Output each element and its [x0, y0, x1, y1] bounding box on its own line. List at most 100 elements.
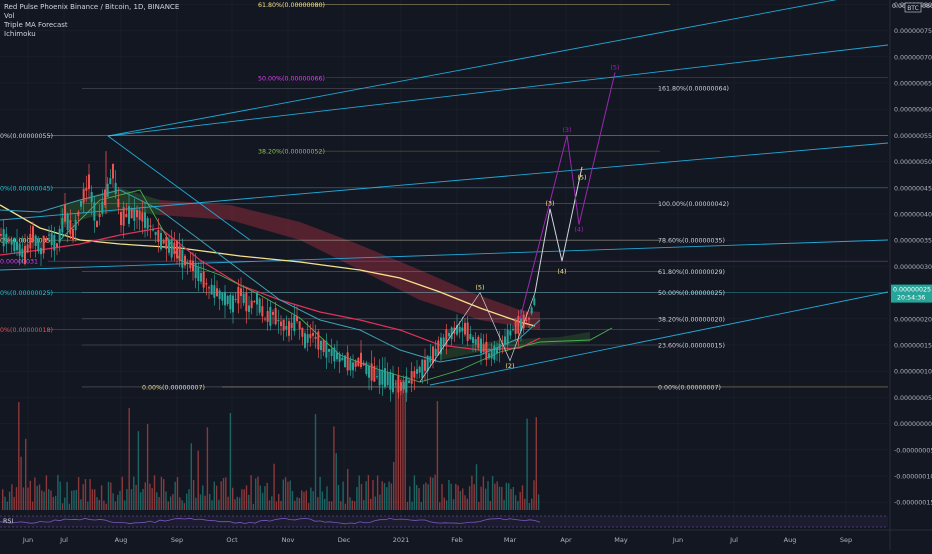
candle-body	[61, 218, 64, 233]
volume-bar	[133, 476, 135, 510]
y-tick-label: 0.00000050	[894, 159, 932, 166]
volume-bar	[475, 464, 478, 510]
price-chart[interactable]: 61.80%(0.00000080) 50.00%(0.00000066) 0%(0…	[0, 0, 932, 550]
candle-body	[376, 376, 378, 378]
candle-body	[56, 243, 58, 248]
volume-bar	[197, 450, 199, 510]
volume-bar	[443, 497, 445, 510]
candle-body	[66, 213, 69, 231]
x-tick-label: Dec	[338, 536, 351, 544]
volume-bar	[234, 499, 236, 510]
candle-body	[482, 344, 485, 352]
volume-bar	[519, 491, 521, 510]
volume-bar	[54, 495, 57, 510]
candle-body	[512, 329, 514, 331]
y-tick-label: 0.00000010	[894, 369, 932, 376]
candle-body	[357, 357, 360, 367]
volume-bar	[71, 490, 73, 510]
volume-bar	[531, 498, 533, 510]
volume-bar	[436, 401, 439, 510]
candle-body	[338, 353, 341, 362]
volume-bar	[535, 417, 537, 510]
candle-body	[344, 355, 346, 368]
x-tick-label: Sep	[840, 536, 852, 544]
candle-body	[226, 295, 229, 305]
candle-body	[242, 293, 245, 304]
volume-bar	[376, 475, 379, 510]
candle-body	[322, 340, 325, 353]
volume-bar	[291, 491, 294, 510]
candle-body	[114, 182, 117, 194]
volume-bar	[146, 423, 149, 510]
volume-bar	[501, 486, 503, 510]
volume-bar	[365, 481, 367, 510]
volume-bar	[301, 490, 303, 510]
wave-label: (4)	[574, 226, 583, 234]
volume-bar	[25, 438, 27, 510]
volume-bar	[372, 480, 374, 510]
volume-bar	[537, 494, 540, 510]
volume-bar	[73, 490, 75, 510]
candle-body	[125, 214, 128, 218]
candle-body	[490, 349, 493, 359]
candle-body	[32, 226, 34, 242]
fib-label-right: 161.80%(0.00000064)	[658, 86, 729, 93]
candle-body	[424, 359, 426, 371]
volume-bar	[445, 500, 448, 510]
candle-body	[464, 322, 466, 335]
volume-bar	[282, 479, 284, 510]
volume-bar	[238, 497, 241, 510]
candle-body	[200, 273, 202, 282]
volume-bar	[383, 482, 386, 510]
wave-label: (3)	[545, 200, 554, 208]
volume-bar	[473, 484, 475, 510]
volume-bar	[466, 498, 468, 510]
indicator-triple-ma[interactable]: Triple MA Forecast	[4, 21, 68, 30]
candle-body	[128, 206, 130, 224]
candle-body	[461, 327, 464, 332]
candle-body	[408, 380, 410, 384]
candle-body	[237, 286, 240, 304]
volume-bar	[379, 494, 381, 510]
volume-bar	[439, 502, 441, 510]
volume-bar	[328, 501, 330, 510]
volume-bar	[50, 490, 52, 510]
volume-bar	[45, 475, 48, 510]
candle-body	[122, 207, 125, 226]
candle-body	[2, 229, 5, 247]
volume-bar	[441, 484, 443, 510]
volume-bar	[386, 487, 388, 510]
volume-bar	[186, 493, 188, 510]
candle-body	[429, 356, 432, 363]
volume-bar	[64, 497, 66, 510]
volume-bar	[176, 476, 179, 510]
candle-body	[405, 376, 408, 393]
volume-bar	[128, 407, 130, 510]
candle-body	[197, 267, 200, 282]
volume-bar	[29, 480, 31, 510]
candle-body	[410, 371, 413, 384]
indicator-vol[interactable]: Vol	[4, 12, 14, 21]
candle-body	[290, 322, 293, 329]
volume-bar	[381, 481, 383, 510]
indicator-ichimoku[interactable]: Ichimoku	[4, 30, 36, 39]
volume-bar	[2, 489, 4, 510]
candle-body	[288, 321, 290, 336]
volume-bar	[243, 489, 245, 510]
candle-body	[42, 235, 45, 254]
volume-bar	[508, 483, 510, 510]
candle-body	[64, 204, 66, 222]
volume-bar	[278, 494, 280, 510]
chart-root[interactable]: 61.80%(0.00000080) 50.00%(0.00000066) 0%(0…	[0, 0, 932, 550]
volume-bar	[123, 500, 126, 510]
volume-bar	[236, 496, 238, 510]
volume-bar	[388, 481, 390, 510]
x-tick-label: Feb	[451, 536, 463, 544]
volume-bar	[321, 491, 324, 510]
x-tick-label: Jun	[22, 536, 33, 544]
candle-body	[117, 198, 120, 208]
volume-bar	[179, 497, 181, 510]
candle-body	[264, 318, 266, 320]
volume-bar	[457, 485, 459, 510]
volume-bar	[11, 484, 13, 510]
